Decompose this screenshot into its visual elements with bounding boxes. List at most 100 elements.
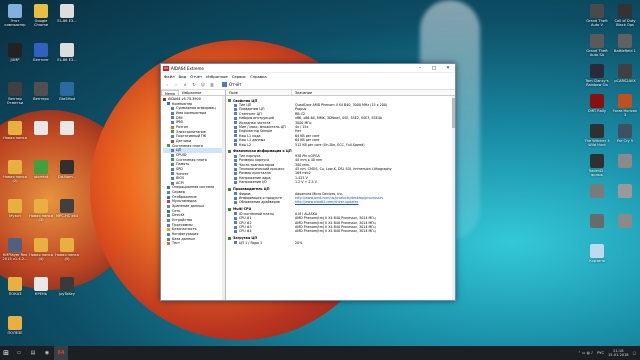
desktop-icon[interactable]: Gta5Mod [54, 82, 80, 101]
desktop-icon[interactable]: EL-86 ЕЗ... [54, 4, 80, 23]
clock[interactable]: 21:18 15.01.2018 [608, 349, 629, 357]
scrollbar-thumb[interactable] [452, 98, 455, 128]
desktop-icon[interactable]: JoyToKey [54, 277, 80, 296]
desktop-icon-label: Google Chrome [33, 19, 49, 28]
tree-item-icon [171, 125, 174, 129]
back-icon[interactable]: ‹ [164, 82, 170, 87]
property-row[interactable]: Обновление драйверов http://www.aida64.co… [226, 200, 455, 204]
desktop-icon[interactable] [28, 121, 54, 136]
user-icon[interactable]: ☺ [200, 82, 206, 87]
desktop-icon[interactable]: The Witcher 3 Wild Hunt [584, 124, 610, 147]
desktop-icon[interactable]: MPC-HC x64 [54, 199, 80, 218]
task-view-icon[interactable]: ▭ [12, 346, 26, 360]
details-list: Свойства ЦП Тип ЦП QuadCore AMD Phenom II … [226, 99, 455, 245]
desktop-icon[interactable]: Новая папка (3) [28, 199, 54, 222]
desktop-icon[interactable]: Dd.Nam... [54, 160, 80, 179]
desktop-icon[interactable]: КМPlayer Rex 2015 v1.4.2... [2, 238, 28, 261]
desktop-icon[interactable]: pCARS2AVX [612, 64, 638, 83]
notifications-icon[interactable]: ▢ [633, 351, 636, 355]
desktop-icon-label: Grand Theft Auto V [586, 19, 608, 28]
desktop-icon[interactable]: Battlefield 1 [612, 34, 638, 53]
property-link[interactable]: http://www.aida64.com/driver-updates [292, 200, 455, 204]
property-row[interactable]: CPU #4 AMD Phenom(tm) II X4 B40 Processor… [226, 229, 455, 233]
desktop-icon[interactable] [584, 184, 610, 199]
desktop-icon-label: Новая папка (2) [3, 175, 27, 184]
aida64-icon[interactable]: 64 [54, 346, 68, 360]
desktop-icon[interactable]: Far Cry 5 [612, 124, 638, 143]
desktop-icon[interactable] [612, 184, 638, 199]
tree-item-icon [171, 181, 174, 185]
desktop-icon[interactable]: DiRT Rally [584, 94, 610, 113]
menu-item[interactable]: Избранное [206, 74, 228, 79]
desktop-icon[interactable]: Forza Horizon 3 [612, 94, 638, 117]
close-icon[interactable]: ✕ [441, 66, 455, 71]
nav-tab[interactable]: Меню [161, 90, 180, 96]
start-button[interactable]: ⊞ [0, 346, 12, 360]
property-row[interactable]: Напряжение I/O 1.2 V + 2.5 V [226, 180, 455, 184]
menu-item[interactable]: Отчёт [190, 74, 202, 79]
menu-item[interactable]: Вид [179, 74, 187, 79]
desktop-icon[interactable]: Вентер Отметки [2, 82, 28, 105]
desktop-icon-image [590, 244, 604, 258]
desktop-icon[interactable]: Tom Clancy's Rainbow Six [584, 64, 610, 87]
desktop-icon[interactable]: Call of Duty Black Ops [612, 4, 638, 27]
desktop-icon-label: ПОКАЗ [8, 292, 22, 296]
desktop-icon[interactable]: JUMP [2, 43, 28, 62]
desktop-icon-image [618, 124, 632, 138]
desktop-icon[interactable]: КРЕНЬ [28, 277, 54, 296]
explorer-icon[interactable]: ▤ [26, 346, 40, 360]
desktop-icon[interactable] [612, 154, 638, 169]
forward-icon[interactable]: › [173, 82, 179, 87]
desktop-icon[interactable]: Этот компьютер [2, 4, 28, 27]
column-header-value[interactable]: Значение [292, 90, 312, 95]
desktop-icon[interactable]: Grand Theft Auto V [584, 4, 610, 27]
desktop-icon[interactable]: Trackf42 - ярлык [584, 154, 610, 177]
refresh-icon[interactable]: ↻ [191, 82, 197, 87]
desktop-icon[interactable]: utorrent [28, 160, 54, 179]
desktop-icon[interactable] [584, 214, 610, 229]
maximize-icon[interactable]: □ [427, 66, 441, 71]
desktop-icon[interactable]: Вентерх [28, 82, 54, 101]
minimize-icon[interactable]: – [413, 66, 427, 71]
desktop-icon[interactable]: Новая папка (2) [2, 160, 28, 183]
desktop-icon[interactable]: ПОКАЗ [2, 277, 28, 296]
column-header-field[interactable]: Поле [226, 90, 292, 95]
menu-item[interactable]: Файл [164, 74, 175, 79]
desktop-icon[interactable]: Корзина [584, 244, 610, 263]
report-icon [222, 82, 227, 87]
property-row[interactable]: ЦП 1 / Ядро 1 20% [226, 241, 455, 245]
tree-scrollbar[interactable] [222, 96, 225, 300]
menu-item[interactable]: Справка [250, 74, 267, 79]
desktop-icon-image [590, 214, 604, 228]
desktop-icon[interactable]: EL-86 ЕЗ... [54, 43, 80, 62]
menu-item[interactable]: Сервис [232, 74, 246, 79]
desktop-icon[interactable]: ПОЛЕЗЕ [2, 316, 28, 335]
desktop-icon[interactable]: Музон [2, 199, 28, 218]
desktop-icon[interactable]: Бентинг [28, 43, 54, 62]
nav-tab[interactable]: Избранное [179, 90, 204, 95]
aida64-window[interactable]: 64 AIDA64 Extreme – □ ✕ Файл Вид Отчёт Избр… [160, 63, 456, 301]
desktop-icon-label: КРЕНЬ [34, 292, 48, 296]
desktop-icon[interactable] [54, 121, 80, 136]
up-icon[interactable]: ∧ [182, 82, 188, 87]
desktop-icon[interactable]: Grand Theft Auto SA [584, 34, 610, 57]
chrome-icon[interactable]: ◉ [40, 346, 54, 360]
tree-item[interactable]: Тест [163, 241, 223, 246]
menu-bar: Файл Вид Отчёт Избранное Сервис Справка [161, 73, 455, 80]
desktop-icon[interactable]: Новая папка (4) [28, 238, 54, 261]
tree-item-icon [171, 176, 174, 180]
desktop-icon-label: EL-86 ЕЗ... [57, 58, 77, 62]
property-row[interactable]: Кэш L2 512 KB per core (On-Die, ECC, Full… [226, 143, 455, 147]
property-label: Кэш L2 [239, 142, 252, 147]
report-button[interactable]: Отчёт [222, 82, 242, 87]
desktop-icon-image [618, 184, 632, 198]
title-bar[interactable]: 64 AIDA64 Extreme – □ ✕ [161, 64, 455, 73]
desktop-icon[interactable] [612, 214, 638, 229]
desktop-icon[interactable]: Новая папка (5) [54, 238, 80, 261]
chart-icon[interactable]: ▥ [209, 82, 215, 87]
tray-icons[interactable]: ⌃ ▭ ◍ ♪ [578, 351, 593, 355]
details-scrollbar[interactable] [452, 96, 455, 300]
language-indicator[interactable]: РУС [597, 351, 604, 355]
desktop-icon[interactable]: Новая папка [2, 121, 28, 140]
desktop-icon[interactable]: Google Chrome [28, 4, 54, 27]
